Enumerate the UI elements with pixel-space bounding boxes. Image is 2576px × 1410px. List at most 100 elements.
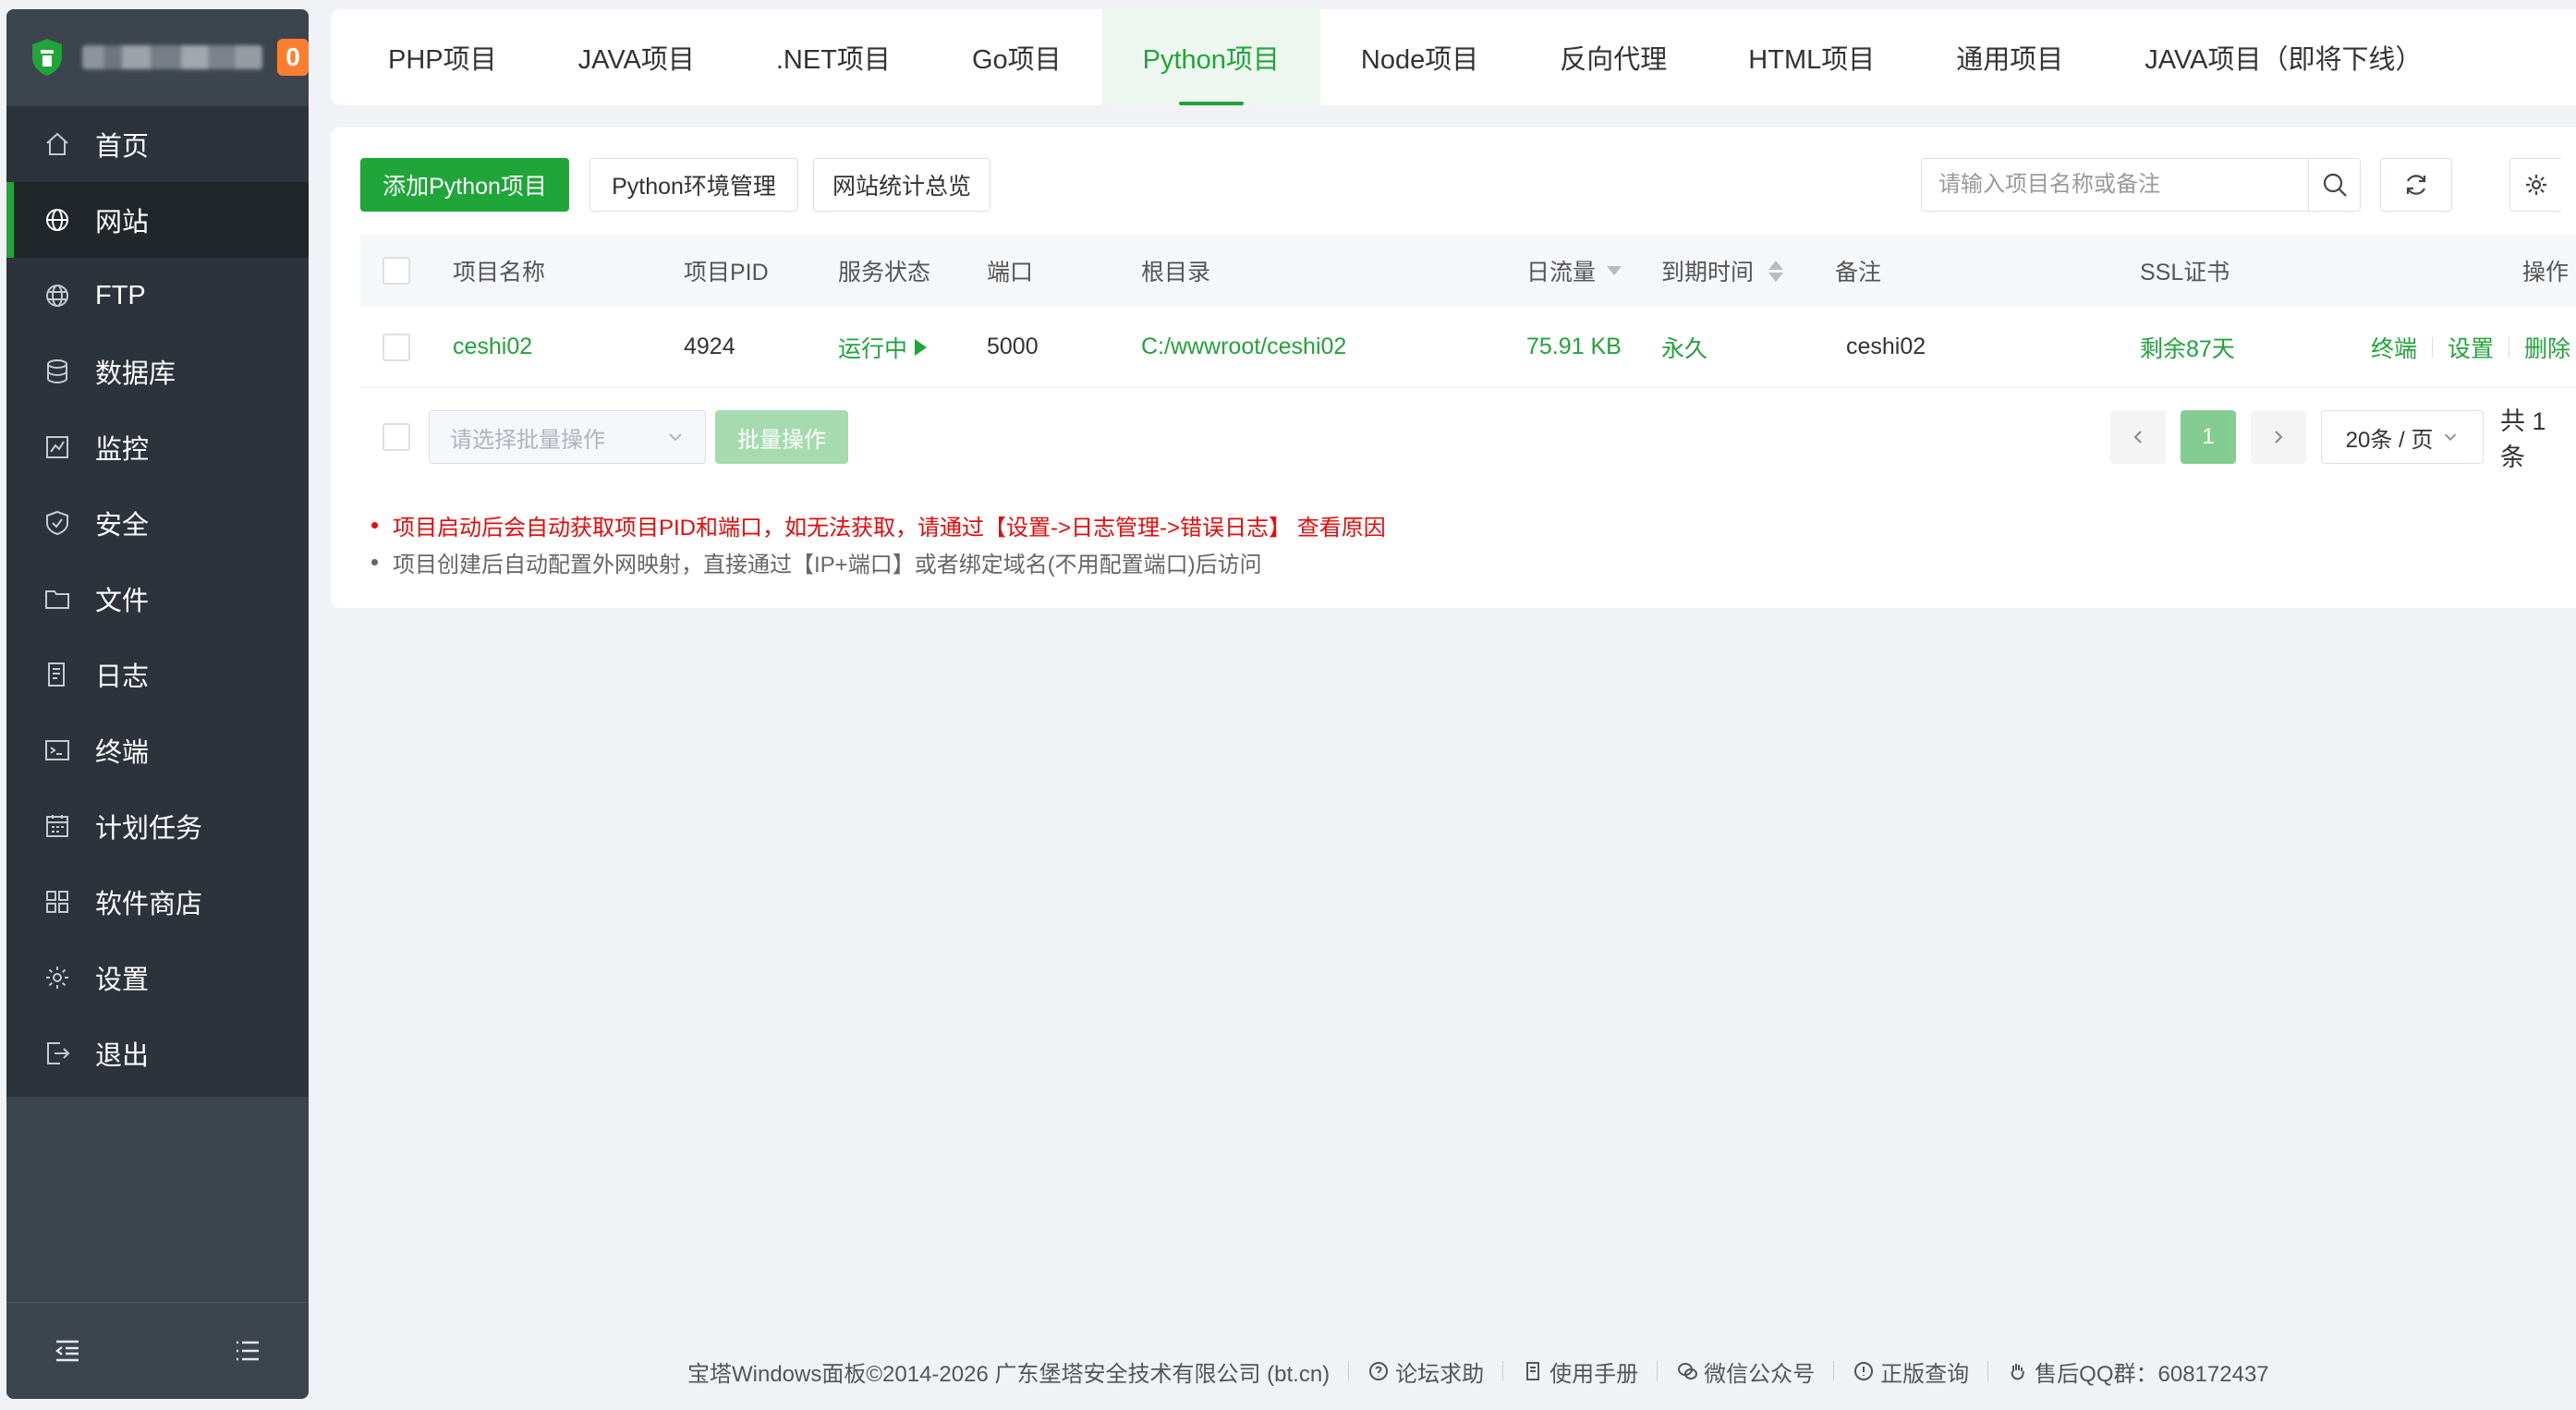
tab-node[interactable]: Node项目	[1320, 9, 1519, 105]
daily-traffic[interactable]: 75.91 KB	[1526, 307, 1622, 387]
sidebar-menu: 首页 网站 FTP 数据库 监控 安全 文件 日志 终端 计划任务 软件商店 设…	[6, 106, 309, 1097]
sidebar-item-terminal[interactable]: 终端	[6, 712, 309, 788]
delete-link[interactable]: 删除	[2524, 331, 2570, 364]
bulk-action-select[interactable]: 请选择批量操作	[429, 410, 706, 464]
refresh-button[interactable]	[2380, 158, 2452, 212]
license-check-label: 正版查询	[1880, 1361, 1970, 1387]
header-expire-sort[interactable]: 到期时间	[1661, 235, 1784, 307]
sidebar-item-label: 首页	[95, 132, 150, 162]
sidebar-item-logs[interactable]: 日志	[6, 637, 309, 712]
expire-date[interactable]: 永久	[1661, 307, 1707, 387]
forum-link[interactable]: 论坛求助	[1367, 1355, 1484, 1388]
tab-php[interactable]: PHP项目	[347, 9, 538, 105]
tab-html[interactable]: HTML项目	[1707, 9, 1915, 105]
chevron-down-icon	[669, 433, 682, 442]
select-all-checkbox[interactable]	[383, 257, 410, 285]
server-name-blurred	[81, 45, 263, 69]
project-panel: 添加Python项目 Python环境管理 网站统计总览 项目名称 项目PID …	[331, 128, 2576, 608]
sidebar-item-label: 计划任务	[95, 814, 203, 844]
refresh-icon	[2406, 175, 2426, 195]
sidebar-item-database[interactable]: 数据库	[6, 334, 309, 409]
tip-item: 项目启动后会自动获取项目PID和端口，如无法获取，请通过【设置->日志管理->错…	[371, 506, 1386, 543]
tab-python[interactable]: Python项目	[1101, 9, 1320, 105]
python-env-button[interactable]: Python环境管理	[589, 158, 798, 212]
terminal-link[interactable]: 终端	[2371, 331, 2417, 364]
settings-link[interactable]: 设置	[2448, 331, 2494, 364]
tab-reverse-proxy[interactable]: 反向代理	[1519, 9, 1707, 105]
project-name-link[interactable]: ceshi02	[453, 307, 532, 387]
root-dir-link[interactable]: C:/wwwroot/ceshi02	[1141, 307, 1346, 387]
page-1-button[interactable]: 1	[2181, 410, 2236, 464]
bulk-select-all-checkbox[interactable]	[383, 423, 410, 451]
table-row: ceshi02 4924 运行中 5000 C:/wwwroot/ceshi02…	[360, 307, 2576, 388]
remark-text[interactable]: ceshi02	[1846, 307, 1926, 387]
search-input[interactable]	[1922, 159, 2308, 211]
qq-group-link[interactable]: 售后QQ群：608172437	[2007, 1355, 2269, 1388]
header-traffic-sort[interactable]: 日流量	[1526, 235, 1622, 307]
sidebar-item-cron[interactable]: 计划任务	[6, 788, 309, 864]
divider	[2432, 336, 2434, 358]
tab-go[interactable]: Go项目	[931, 9, 1102, 105]
monitor-icon	[46, 436, 68, 458]
page-size-value: 20条 / 页	[2345, 427, 2434, 453]
next-page-button[interactable]	[2251, 410, 2306, 464]
ssl-status[interactable]: 剩余87天	[2140, 307, 2235, 387]
header-status: 服务状态	[838, 260, 931, 286]
sidebar-item-security[interactable]: 安全	[6, 485, 309, 561]
license-check-link[interactable]: 正版查询	[1853, 1355, 1969, 1388]
hand-icon	[2011, 1364, 2025, 1380]
header-ops: 操作	[2522, 260, 2570, 286]
sidebar-item-label: 退出	[95, 1041, 150, 1071]
bulk-action-button[interactable]: 批量操作	[715, 410, 848, 464]
wechat-icon	[1678, 1363, 1698, 1380]
tab-java-legacy[interactable]: JAVA项目（即将下线）	[2104, 9, 2462, 105]
table-header: 项目名称 项目PID 服务状态 端口 根目录 日流量 到期时间 备注 SSL证书…	[360, 235, 2576, 307]
terminal-icon	[45, 740, 69, 760]
project-type-tabs: PHP项目 JAVA项目 .NET项目 Go项目 Python项目 Node项目…	[331, 9, 2576, 105]
sidebar-item-store[interactable]: 软件商店	[6, 864, 309, 940]
service-status-toggle[interactable]: 运行中	[838, 307, 928, 387]
add-python-project-button[interactable]: 添加Python项目	[360, 158, 569, 212]
page-size-select[interactable]: 20条 / 页	[2321, 410, 2484, 464]
manual-link[interactable]: 使用手册	[1522, 1355, 1638, 1388]
sidebar-item-files[interactable]: 文件	[6, 561, 309, 637]
tip-text: 项目创建后自动配置外网映射，直接通过【IP+端口】或者绑定域名(不用配置端口)后…	[393, 552, 1262, 577]
site-stats-button[interactable]: 网站统计总览	[813, 158, 990, 212]
tab-general[interactable]: 通用项目	[1915, 9, 2104, 105]
tip-text: 项目启动后会自动获取项目PID和端口，如无法获取，请通过【设置->日志管理->错…	[393, 515, 1386, 541]
wechat-link-label: 微信公众号	[1704, 1361, 1816, 1387]
copyright-text: 宝塔Windows面板©2014-2026 广东堡塔安全技术有限公司 (bt.c…	[687, 1361, 1331, 1387]
search-box	[1921, 158, 2361, 212]
tab-java[interactable]: JAVA项目	[538, 9, 735, 105]
bullet	[371, 521, 378, 529]
sidebar-item-home[interactable]: 首页	[6, 106, 309, 182]
sidebar-item-monitor[interactable]: 监控	[6, 409, 309, 485]
forum-link-label: 论坛求助	[1395, 1361, 1485, 1387]
sidebar-item-label: 设置	[95, 966, 150, 995]
wechat-link[interactable]: 微信公众号	[1676, 1355, 1815, 1388]
chevron-left-icon	[2133, 431, 2142, 444]
divider	[1502, 1361, 1504, 1381]
ftp-icon	[46, 285, 68, 307]
list-menu-icon[interactable]	[233, 1336, 262, 1366]
tab-dotnet[interactable]: .NET项目	[735, 9, 931, 105]
column-settings-button[interactable]	[2509, 158, 2561, 212]
sidebar-item-label: 软件商店	[95, 890, 203, 919]
sidebar-item-settings[interactable]: 设置	[6, 940, 309, 1015]
row-checkbox[interactable]	[383, 333, 410, 361]
sidebar-item-logout[interactable]: 退出	[6, 1015, 309, 1091]
log-icon	[48, 662, 65, 687]
manual-link-label: 使用手册	[1549, 1361, 1639, 1387]
header-ssl: SSL证书	[2140, 260, 2230, 286]
divider	[1833, 1361, 1835, 1381]
sidebar-item-ftp[interactable]: FTP	[6, 258, 309, 334]
collapse-menu-icon[interactable]	[53, 1336, 82, 1366]
prev-page-button[interactable]	[2110, 410, 2166, 464]
notification-badge[interactable]: 0	[277, 39, 309, 76]
book-icon	[1526, 1362, 1540, 1380]
sidebar-item-label: FTP	[95, 280, 146, 310]
header-root: 根目录	[1141, 260, 1211, 286]
sidebar-item-label: 数据库	[95, 359, 176, 389]
search-button[interactable]	[2308, 159, 2360, 211]
sidebar-item-website[interactable]: 网站	[6, 182, 309, 258]
